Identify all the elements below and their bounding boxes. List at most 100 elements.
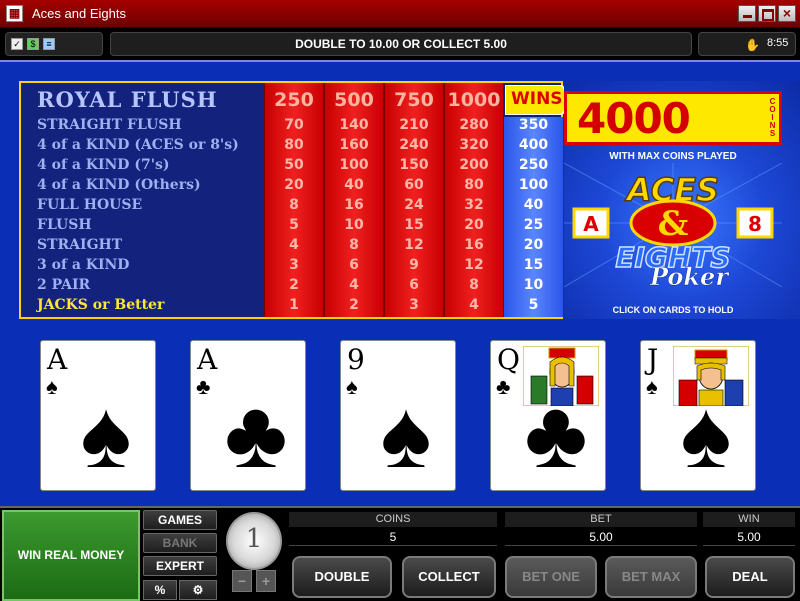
aces-and-eights-logo: ACES A & 8 EIGHTS Poker bbox=[564, 163, 782, 287]
spade-icon: ♠ bbox=[646, 374, 658, 399]
card-1[interactable]: A ♠ ♠ bbox=[40, 340, 156, 491]
coins-header: 500 bbox=[334, 89, 374, 111]
card-rank: 9 bbox=[347, 343, 365, 376]
maximize-button[interactable] bbox=[758, 5, 776, 22]
card-rank: J bbox=[647, 343, 659, 376]
club-icon: ♣ bbox=[496, 374, 511, 399]
pay-cell: 12 bbox=[464, 257, 484, 273]
spade-icon: ♠ bbox=[346, 374, 358, 399]
card-rank: Q bbox=[497, 343, 520, 376]
pay-cell: 8 bbox=[289, 197, 299, 213]
win-label: WIN bbox=[703, 512, 795, 527]
pay-cell: 280 bbox=[459, 117, 489, 133]
settings-gear-icon[interactable]: ⚙ bbox=[179, 580, 217, 600]
app-icon[interactable]: ▦ bbox=[6, 5, 23, 22]
bet-label: BET bbox=[505, 512, 697, 527]
logo-poker-text: Poker bbox=[649, 262, 730, 287]
wins-column: 350 400 250 100 40 25 20 15 10 5 bbox=[504, 117, 563, 317]
win-cell: 10 bbox=[523, 277, 544, 293]
coins-header: 250 bbox=[274, 89, 314, 111]
pay-cell: 8 bbox=[349, 237, 359, 253]
hand-names: ROYAL FLUSH STRAIGHT FLUSH 4 of a KIND (… bbox=[21, 83, 265, 317]
deal-button[interactable]: DEAL bbox=[705, 556, 795, 598]
spade-icon: ♠ bbox=[80, 381, 132, 488]
hand-label: 4 of a KIND (7's) bbox=[37, 157, 170, 173]
pay-column: 1000 280 320 200 80 32 20 16 12 8 4 bbox=[444, 83, 503, 317]
money-icon[interactable]: $ bbox=[27, 38, 39, 50]
win-cell: 25 bbox=[523, 217, 544, 233]
double-button[interactable]: DOUBLE bbox=[292, 556, 392, 598]
close-button[interactable]: × bbox=[778, 5, 796, 22]
card-rank: A bbox=[197, 343, 218, 376]
expert-button[interactable]: EXPERT bbox=[143, 556, 217, 576]
sound-icon[interactable]: ✋ bbox=[745, 38, 760, 52]
hand-label: STRAIGHT bbox=[37, 237, 123, 253]
pay-cell: 4 bbox=[469, 297, 479, 313]
coin-size-plus-button[interactable]: + bbox=[256, 570, 276, 592]
card-5[interactable]: J ♠ ♠ bbox=[640, 340, 756, 491]
win-cell: 400 bbox=[518, 137, 549, 153]
bet-one-button[interactable]: BET ONE bbox=[505, 556, 597, 598]
coins-value: 5 bbox=[289, 528, 497, 546]
control-console: WIN REAL MONEY GAMES BANK EXPERT % ⚙ 1 −… bbox=[0, 506, 800, 601]
info-left-panel: ✓ $ ≡ bbox=[5, 32, 103, 56]
bet-value: 5.00 bbox=[505, 528, 697, 546]
pay-cell: 20 bbox=[284, 177, 304, 193]
pay-cell: 12 bbox=[404, 237, 424, 253]
win-real-money-button[interactable]: WIN REAL MONEY bbox=[2, 510, 140, 601]
spade-icon: ♠ bbox=[680, 381, 732, 488]
info-icon[interactable]: ≡ bbox=[43, 38, 55, 50]
checklist-icon[interactable]: ✓ bbox=[11, 38, 23, 50]
title-bar: ▦ Aces and Eights × bbox=[0, 0, 800, 28]
card-4[interactable]: Q ♣ ♣ bbox=[490, 340, 606, 491]
card-3[interactable]: 9 ♠ ♠ bbox=[340, 340, 456, 491]
collect-button[interactable]: COLLECT bbox=[402, 556, 496, 598]
paytable: ROYAL FLUSH STRAIGHT FLUSH 4 of a KIND (… bbox=[19, 81, 800, 319]
pay-column: 250 70 80 50 20 8 5 4 3 2 1 bbox=[264, 83, 323, 317]
card-rank: A bbox=[47, 343, 68, 376]
bank-button[interactable]: BANK bbox=[143, 533, 217, 553]
hand-label: JACKS or Better bbox=[37, 297, 165, 313]
percent-button[interactable]: % bbox=[143, 580, 177, 600]
games-button[interactable]: GAMES bbox=[143, 510, 217, 530]
pay-cell: 6 bbox=[409, 277, 419, 293]
pay-cell: 32 bbox=[464, 197, 484, 213]
coins-header: 750 bbox=[394, 89, 434, 111]
spade-icon: ♠ bbox=[46, 374, 58, 399]
pay-cell: 20 bbox=[464, 217, 484, 233]
win-cell: 100 bbox=[518, 177, 549, 193]
pay-cell: 6 bbox=[349, 257, 359, 273]
coin-size-minus-button[interactable]: − bbox=[232, 570, 252, 592]
pay-cell: 2 bbox=[289, 277, 299, 293]
hand-label: 4 of a KIND (Others) bbox=[37, 177, 201, 193]
win-cell: 20 bbox=[523, 237, 544, 253]
pay-cell: 100 bbox=[339, 157, 369, 173]
pay-cell: 80 bbox=[464, 177, 484, 193]
club-icon: ♣ bbox=[196, 374, 211, 399]
pay-cell: 50 bbox=[284, 157, 304, 173]
win-cell: 40 bbox=[523, 197, 544, 213]
hand-label: FULL HOUSE bbox=[37, 197, 143, 213]
hand-label: FLUSH bbox=[37, 217, 92, 233]
card-2[interactable]: A ♣ ♣ bbox=[190, 340, 306, 491]
jackpot-amount: 4000 bbox=[577, 94, 691, 143]
pay-cell: 240 bbox=[399, 137, 429, 153]
pay-cell: 3 bbox=[289, 257, 299, 273]
coins-label: COINS bbox=[289, 512, 497, 527]
hand-label: ROYAL FLUSH bbox=[37, 87, 218, 112]
clock: 8:55 bbox=[767, 37, 789, 49]
click-to-hold-hint: CLICK ON CARDS TO HOLD bbox=[612, 305, 734, 315]
status-message: DOUBLE TO 10.00 OR COLLECT 5.00 bbox=[110, 32, 692, 56]
bet-max-button[interactable]: BET MAX bbox=[605, 556, 697, 598]
hand-label: 2 PAIR bbox=[37, 277, 91, 293]
hand-label: 3 of a KIND bbox=[37, 257, 130, 273]
jackpot-unit-letter: S bbox=[769, 129, 776, 138]
coin-size-chip[interactable]: 1 bbox=[226, 512, 282, 570]
wins-label: WINS bbox=[511, 89, 563, 109]
info-bar: ✓ $ ≡ DOUBLE TO 10.00 OR COLLECT 5.00 ✋ … bbox=[0, 28, 800, 60]
spade-icon: ♠ bbox=[380, 381, 432, 488]
game-area: ROYAL FLUSH STRAIGHT FLUSH 4 of a KIND (… bbox=[0, 60, 800, 506]
coin-size-value: 1 bbox=[245, 524, 263, 554]
minimize-button[interactable] bbox=[738, 5, 756, 22]
pay-cell: 10 bbox=[344, 217, 364, 233]
